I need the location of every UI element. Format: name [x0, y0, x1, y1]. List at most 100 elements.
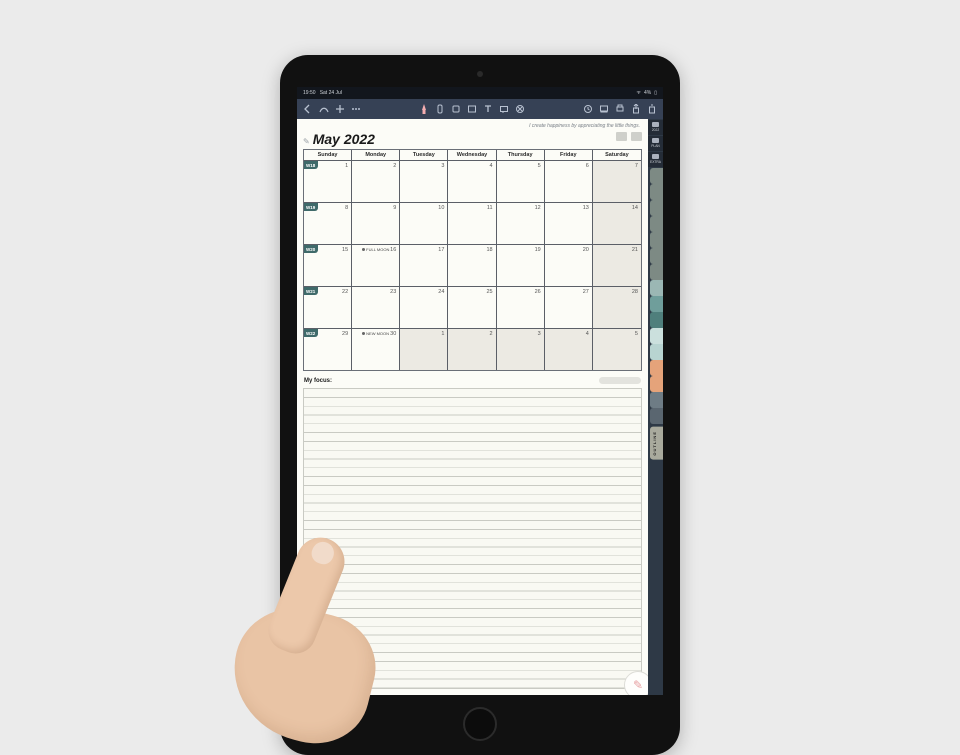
calendar-cell[interactable]: 29W22	[304, 328, 352, 370]
calendar-cell[interactable]: 1 W18	[304, 160, 352, 202]
month-tab[interactable]	[650, 296, 663, 312]
month-tab[interactable]	[650, 344, 663, 360]
calendar-cell[interactable]: 5	[593, 328, 641, 370]
home-button[interactable]	[463, 707, 497, 741]
calendar-cell[interactable]: 27	[545, 286, 593, 328]
calendar-cell[interactable]: 21	[593, 244, 641, 286]
day-number: 16	[390, 247, 396, 253]
month-tab[interactable]	[650, 408, 663, 424]
month-tab[interactable]	[650, 360, 663, 376]
calendar-cell[interactable]: 25	[448, 286, 496, 328]
lasso-icon[interactable]	[499, 104, 509, 114]
focus-bar: My focus:	[303, 377, 642, 384]
print-icon[interactable]	[615, 104, 625, 114]
back-icon[interactable]	[303, 104, 313, 114]
month-tab[interactable]	[650, 232, 663, 248]
title-actions	[616, 132, 642, 141]
rail-link-plan[interactable]: PLAN	[648, 136, 663, 151]
share-icon[interactable]	[631, 104, 641, 114]
moon-event: FULL MOON	[362, 247, 389, 252]
rail-link-year[interactable]: 2022	[648, 120, 663, 135]
list-view-icon[interactable]	[616, 132, 627, 141]
calendar-cell[interactable]: 19	[497, 244, 545, 286]
clock-icon[interactable]	[583, 104, 593, 114]
calendar-cell[interactable]: 2	[352, 160, 400, 202]
eraser-icon[interactable]	[451, 104, 461, 114]
focus-pill[interactable]	[599, 377, 641, 384]
month-tab[interactable]	[650, 328, 663, 344]
calendar-cell[interactable]: 10	[400, 202, 448, 244]
calendar-cell[interactable]: 3	[497, 328, 545, 370]
calendar-cell[interactable]: 7	[593, 160, 641, 202]
page-nav-icon[interactable]	[631, 132, 642, 141]
day-number: 7	[635, 163, 638, 169]
day-number: 1	[441, 331, 444, 337]
calendar-header: Sunday Monday Tuesday Wednesday Thursday…	[304, 150, 641, 160]
month-tab[interactable]	[650, 216, 663, 232]
week-badge[interactable]: W20	[304, 245, 318, 253]
pen-icon[interactable]	[419, 104, 429, 114]
app-toolbar	[297, 99, 663, 119]
calendar-grid: Sunday Monday Tuesday Wednesday Thursday…	[303, 149, 642, 371]
calendar-cell[interactable]: 23	[352, 286, 400, 328]
day-number: 22	[342, 289, 348, 295]
calendar-cell[interactable]: 30NEW MOON	[352, 328, 400, 370]
calendar-cell[interactable]: 28	[593, 286, 641, 328]
highlighter-icon[interactable]	[435, 104, 445, 114]
month-tab[interactable]	[650, 376, 663, 392]
day-number: 1	[345, 163, 348, 169]
calendar-cell[interactable]: 2	[448, 328, 496, 370]
calendar-cell[interactable]: 22 W21	[304, 286, 352, 328]
month-tab[interactable]	[650, 264, 663, 280]
planner-page[interactable]: I create happiness by appreciating the l…	[297, 119, 648, 695]
calendar-cell[interactable]: 24	[400, 286, 448, 328]
calendar-row: 15W2016FULL MOON1718192021	[304, 244, 641, 286]
text-icon[interactable]	[483, 104, 493, 114]
shape-icon[interactable]	[467, 104, 477, 114]
week-badge[interactable]: W19	[304, 203, 318, 211]
ruled-notes-area[interactable]	[303, 388, 642, 689]
week-badge[interactable]: W18	[304, 161, 318, 169]
calendar-cell[interactable]: 8W19	[304, 202, 352, 244]
week-badge[interactable]: W21	[304, 287, 318, 295]
add-icon[interactable]	[335, 104, 345, 114]
calendar-cell[interactable]: 12	[497, 202, 545, 244]
calendar-cell[interactable]: 4	[448, 160, 496, 202]
month-tab[interactable]	[650, 184, 663, 200]
month-tab[interactable]	[650, 248, 663, 264]
month-tab[interactable]	[650, 280, 663, 296]
calendar-cell[interactable]: 5	[497, 160, 545, 202]
more-icon[interactable]	[351, 104, 361, 114]
view-icon[interactable]	[599, 104, 609, 114]
day-number: 21	[632, 247, 638, 253]
calendar-cell[interactable]: 1	[400, 328, 448, 370]
day-number: 2	[490, 331, 493, 337]
calendar-cell[interactable]: 14	[593, 202, 641, 244]
trash-icon[interactable]	[647, 104, 657, 114]
month-tab[interactable]	[650, 312, 663, 328]
rail-link-extra[interactable]: EXTRA	[648, 152, 663, 167]
calendar-cell[interactable]: 4	[545, 328, 593, 370]
calendar-cell[interactable]: 26	[497, 286, 545, 328]
page-title: ✎ May 2022	[303, 131, 642, 147]
focus-label: My focus:	[304, 378, 332, 384]
calendar-cell[interactable]: 6	[545, 160, 593, 202]
month-tab[interactable]	[650, 200, 663, 216]
calendar-cell[interactable]: 9	[352, 202, 400, 244]
calendar-cell[interactable]: 20	[545, 244, 593, 286]
day-number: 26	[535, 289, 541, 295]
calendar-cell[interactable]: 3	[400, 160, 448, 202]
calendar-cell[interactable]: 17	[400, 244, 448, 286]
week-badge[interactable]: W22	[304, 329, 318, 337]
calendar-cell[interactable]: 18	[448, 244, 496, 286]
calendar-cell[interactable]: 15W20	[304, 244, 352, 286]
draw-icon[interactable]	[319, 104, 329, 114]
month-tab[interactable]	[650, 168, 663, 184]
calendar-cell[interactable]: 16FULL MOON	[352, 244, 400, 286]
clear-icon[interactable]	[515, 104, 525, 114]
month-tab[interactable]	[650, 392, 663, 408]
calendar-cell[interactable]: 13	[545, 202, 593, 244]
outline-tab[interactable]: OUTLINE	[650, 427, 663, 460]
calendar-cell[interactable]: 11	[448, 202, 496, 244]
month-label: May 2022	[313, 131, 375, 147]
